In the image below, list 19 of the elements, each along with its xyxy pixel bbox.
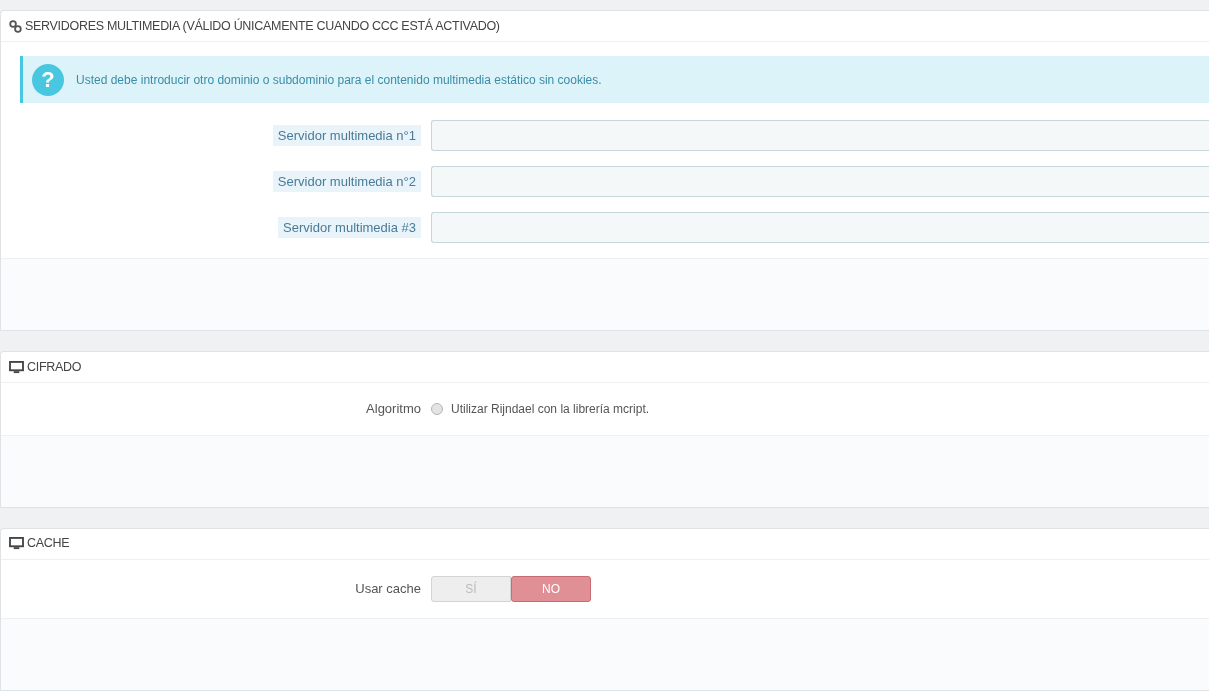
field-label: Servidor multimedia n°2 <box>272 170 421 193</box>
panel-title: SERVIDORES MULTIMEDIA (VÁLIDO ÚNICAMENTE CUANDO CCC ESTÁ ACTIVADO) <box>25 17 500 35</box>
alert-text: Usted debe introducir otro dominio o subdominio para el contenido multimedia estático sin cookies. <box>76 71 602 89</box>
text-input[interactable] <box>431 120 1209 151</box>
panel-title: CACHE <box>27 535 70 553</box>
field-label: Algoritmo <box>366 400 421 418</box>
panel-title: CIFRADO <box>27 358 82 376</box>
help-icon: ? <box>32 63 64 96</box>
switch-option[interactable]: NO <box>511 575 591 602</box>
field-label: Servidor multimedia #3 <box>278 216 421 239</box>
link-icon <box>9 19 22 33</box>
radio-button[interactable] <box>431 402 443 415</box>
monitor-icon <box>9 537 24 550</box>
radio-label: Utilizar Rijndael con la librería mcript. <box>451 400 650 418</box>
monitor-icon <box>9 360 24 374</box>
field-label: Usar cache <box>355 579 421 598</box>
field-label: Servidor multimedia n°1 <box>272 124 421 147</box>
text-input[interactable] <box>431 212 1209 243</box>
text-input[interactable] <box>431 166 1209 197</box>
